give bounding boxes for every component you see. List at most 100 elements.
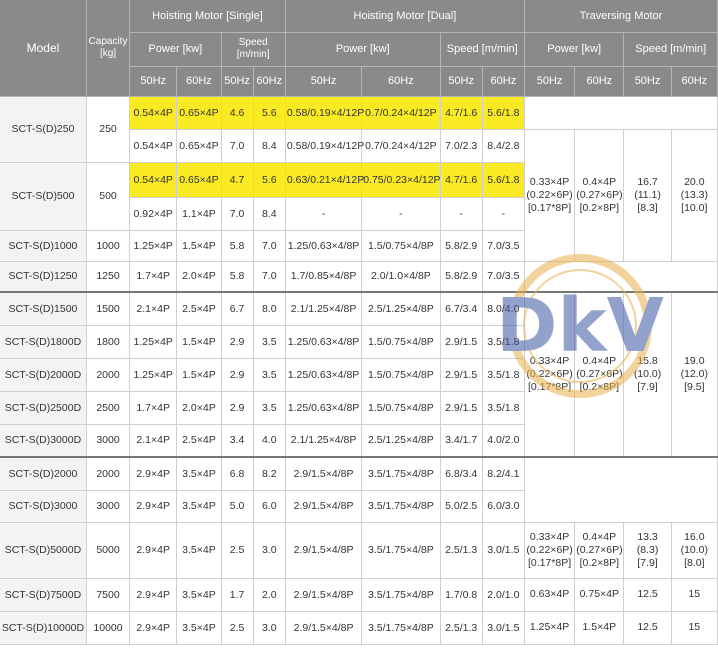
dual-speed-60hz: 3.0/1.5	[482, 611, 525, 645]
single-speed-50hz: 3.4	[221, 424, 254, 458]
single-speed-60hz: 3.0	[253, 522, 286, 579]
trav-power-60hz: 0.4×4P (0.27×6P) [0.2×8P]	[574, 522, 625, 579]
dual-speed-60hz: 3.5/1.8	[482, 391, 525, 425]
single-power-60hz: 1.5×4P	[176, 230, 222, 262]
single-power-50hz: 0.54×4P	[129, 162, 178, 198]
single-power-50hz: 2.1×4P	[129, 424, 178, 458]
model-cell: SCT-S(D)250	[0, 96, 87, 163]
model-cell: SCT-S(D)2000	[0, 456, 87, 491]
header-trav-speed: Speed [m/min]	[623, 32, 718, 67]
header-hz-60: 60Hz	[574, 66, 625, 97]
model-cell: SCT-S(D)1500	[0, 291, 87, 326]
single-speed-50hz: 6.7	[221, 291, 254, 326]
trav-value-line: 15.8	[637, 355, 658, 367]
single-power-50hz: 1.7×4P	[129, 261, 178, 293]
spec-table-body: SCT-S(D)250 250 0.54×4P 0.65×4P 4.6 5.6 0.58/0…	[0, 96, 718, 645]
single-power-50hz: 2.9×4P	[129, 522, 178, 579]
single-power-50hz: 0.54×4P	[129, 96, 178, 130]
trav-value-line: (8.3)	[636, 543, 659, 556]
model-cell: SCT-S(D)3000D	[0, 424, 87, 458]
table-row: SCT-S(D)10000D 10000 2.9×4P 3.5×4P 2.5 3.0 2.9…	[0, 611, 718, 645]
dual-power-50hz: 0.63/0.21×4/12P	[285, 162, 364, 198]
single-power-60hz: 0.65×4P	[176, 96, 222, 130]
capacity-cell: 1250	[86, 261, 131, 293]
capacity-cell: 3000	[86, 490, 131, 523]
single-power-60hz: 1.1×4P	[176, 197, 222, 231]
single-power-60hz: 3.5×4P	[176, 456, 222, 491]
trav-speed-50hz: 12.5	[623, 611, 672, 645]
single-speed-50hz: 7.0	[221, 129, 254, 163]
trav-speed-60hz: 19.0 (12.0) [9.5]	[671, 291, 718, 458]
trav-value-line: (10.0)	[633, 368, 662, 380]
trav-value-line: (10.0)	[680, 543, 709, 556]
header-hz-50: 50Hz	[524, 66, 576, 97]
trav-value-line: (0.27×6P)	[576, 543, 623, 556]
trav-value-line: 0.4×4P	[582, 175, 617, 188]
trav-value-line: (0.27×6P)	[576, 368, 623, 380]
single-power-60hz: 3.5×4P	[176, 490, 222, 523]
single-power-50hz: 2.1×4P	[129, 291, 178, 326]
single-power-50hz: 1.25×4P	[129, 230, 178, 262]
trav-value-line: 0.4×4P	[582, 355, 617, 367]
dual-speed-60hz: 8.4/2.8	[482, 129, 525, 163]
dual-power-50hz: 2.9/1.5×4/8P	[285, 522, 363, 579]
header-hoist-dual: Hoisting Motor [Dual]	[285, 0, 525, 33]
trav-speed-60hz: 16.0 (10.0) [8.0]	[671, 522, 718, 579]
capacity-cell: 250	[86, 96, 131, 163]
header-capacity: Capacity [kg]	[86, 0, 131, 97]
single-power-50hz: 1.25×4P	[129, 325, 178, 359]
header-hz-60: 60Hz	[671, 66, 718, 97]
header-traversing: Traversing Motor	[524, 0, 718, 33]
model-cell: SCT-S(D)3000	[0, 490, 87, 523]
header-hz-60: 60Hz	[361, 66, 441, 97]
trav-power-50hz: 0.33×4P (0.22×6P) [0.17*8P]	[524, 522, 576, 579]
model-cell: SCT-S(D)2500D	[0, 391, 87, 425]
trav-value-line: [7.9]	[637, 381, 658, 393]
single-power-60hz: 2.0×4P	[176, 391, 222, 425]
dual-power-60hz: -	[361, 197, 441, 231]
dual-speed-50hz: 2.9/1.5	[440, 325, 483, 359]
single-speed-50hz: 5.8	[221, 230, 254, 262]
dual-power-60hz: 2.5/1.25×4/8P	[361, 291, 441, 326]
trav-value-line: 20.0	[684, 175, 705, 188]
single-speed-50hz: 2.9	[221, 358, 254, 392]
single-speed-60hz: 8.2	[253, 456, 286, 491]
single-power-60hz: 3.5×4P	[176, 578, 222, 612]
dual-speed-60hz: 8.2/4.1	[482, 456, 525, 491]
trav-speed-60hz: 15	[671, 611, 718, 645]
dual-power-50hz: 1.25/0.63×4/8P	[285, 230, 363, 262]
dual-speed-50hz: 3.4/1.7	[440, 424, 483, 458]
dual-speed-50hz: 6.7/3.4	[440, 291, 483, 326]
dual-power-60hz: 0.7/0.24×4/12P	[361, 129, 441, 163]
capacity-cell: 500	[86, 162, 131, 231]
dual-power-60hz: 3.5/1.75×4/8P	[361, 490, 441, 523]
dual-speed-60hz: 2.0/1.0	[482, 578, 525, 612]
trav-value-line: (0.22×6P)	[526, 368, 573, 380]
single-speed-60hz: 4.0	[253, 424, 286, 458]
single-power-60hz: 1.5×4P	[176, 325, 222, 359]
dual-power-60hz: 1.5/0.75×4/8P	[361, 358, 441, 392]
trav-power-50hz: 0.33×4P (0.22×6P) [0.17*8P]	[524, 129, 576, 262]
trav-speed-50hz: 13.3 (8.3) [7.9]	[623, 522, 672, 579]
header-hz-60: 60Hz	[253, 66, 286, 97]
trav-value-line: [0.2×8P]	[579, 556, 620, 569]
capacity-cell: 1500	[86, 291, 131, 326]
header-hz-50: 50Hz	[221, 66, 254, 97]
single-speed-50hz: 4.7	[221, 162, 254, 198]
capacity-cell: 2500	[86, 391, 131, 425]
trav-power-60hz: 1.5×4P	[574, 611, 625, 645]
single-power-60hz: 0.65×4P	[176, 129, 222, 163]
trav-speed-50hz: 12.5	[623, 578, 672, 612]
single-speed-60hz: 7.0	[253, 230, 286, 262]
trav-speed-50hz: 16.7 (11.1) [8.3]	[623, 129, 672, 262]
table-row: SCT-S(D)7500D 7500 2.9×4P 3.5×4P 1.7 2.0 2.9/1…	[0, 578, 718, 612]
trav-power-50hz: 0.63×4P	[524, 578, 576, 612]
dual-power-50hz: 1.25/0.63×4/8P	[285, 358, 363, 392]
single-power-50hz: 2.9×4P	[129, 456, 178, 491]
single-speed-60hz: 5.6	[253, 162, 286, 198]
dual-power-50hz: 1.7/0.85×4/8P	[285, 261, 363, 293]
dual-speed-50hz: 5.8/2.9	[440, 230, 483, 262]
model-cell: SCT-S(D)1000	[0, 230, 87, 262]
trav-blank-cell	[524, 261, 718, 293]
dual-speed-50hz: 5.8/2.9	[440, 261, 483, 293]
